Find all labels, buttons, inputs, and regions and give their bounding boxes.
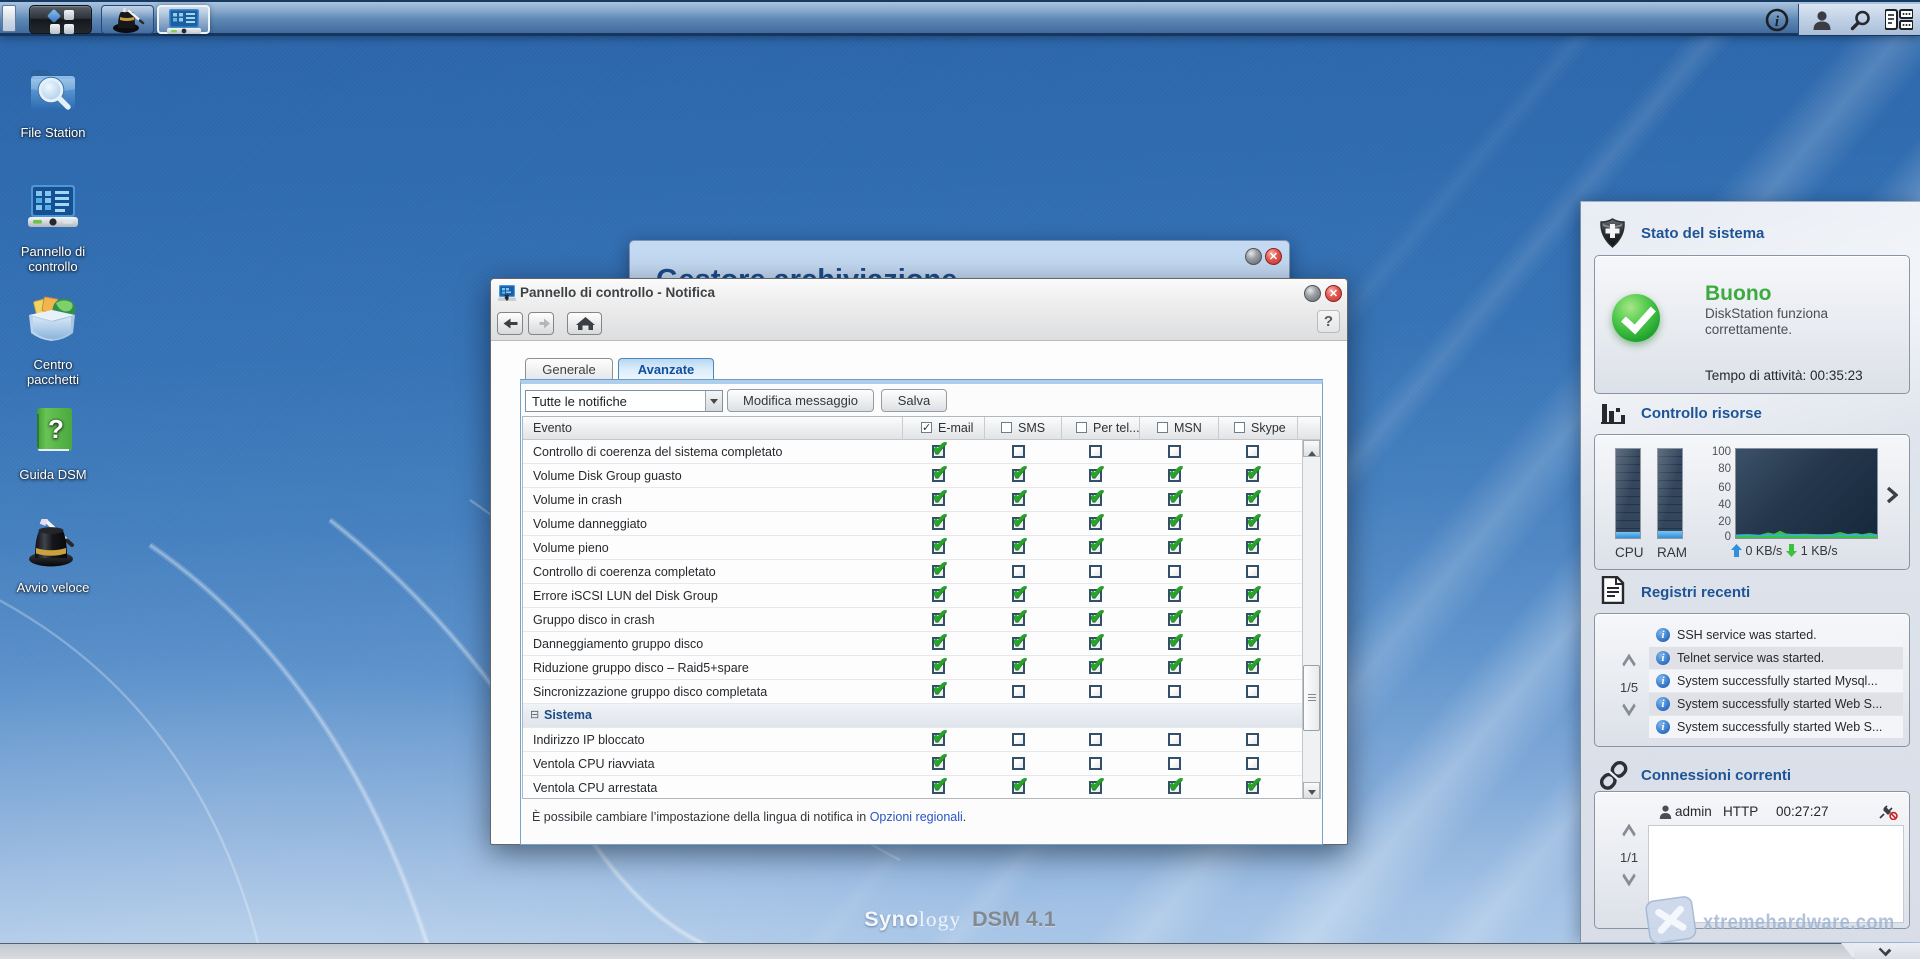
svg-text:?: ? — [48, 414, 64, 444]
svg-text:i: i — [1775, 14, 1780, 30]
